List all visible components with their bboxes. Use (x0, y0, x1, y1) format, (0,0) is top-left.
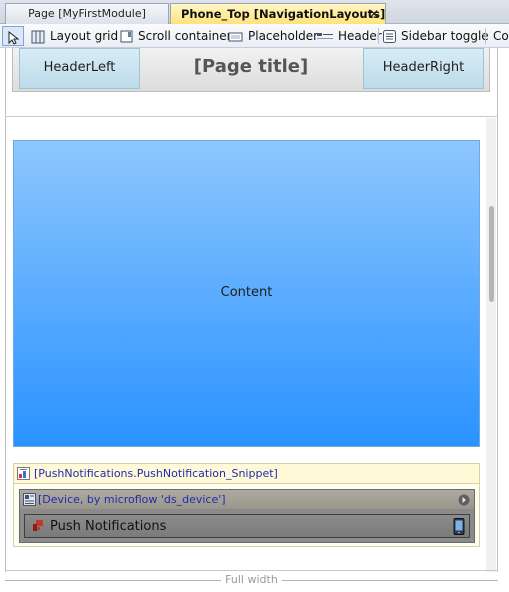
page-canvas: HeaderLeft [Page title] HeaderRight Cont… (0, 48, 509, 592)
page-header[interactable]: HeaderLeft [Page title] HeaderRight (12, 48, 490, 92)
sidebar-toggle-label: Sidebar toggle (401, 29, 489, 43)
push-notifications-label: Push Notifications (50, 519, 167, 534)
pointer-tool-button[interactable] (2, 26, 24, 46)
pointer-icon (8, 30, 20, 45)
sidebar-toggle-icon (383, 30, 396, 43)
push-notifications-button[interactable]: Push Notifications (24, 514, 470, 538)
tab-label: Page [MyFirstModule] (28, 7, 146, 20)
phone-icon (453, 518, 465, 535)
placeholder-label: Placeholder (248, 29, 319, 43)
header-left-placeholder[interactable]: HeaderLeft (19, 48, 140, 89)
header-button[interactable]: Header (317, 26, 382, 46)
content-placeholder[interactable]: Content (13, 140, 480, 447)
ruler-label: Full width (5, 573, 498, 586)
layout-grid-icon (31, 30, 45, 43)
toolbar-overflow-item[interactable]: Co (493, 26, 509, 46)
scroll-container-button[interactable]: Scroll container (120, 26, 232, 46)
toolbar-divider (485, 28, 486, 44)
placeholder-icon (228, 32, 243, 41)
widget-toolbar: Layout grid Scroll container Placeholder… (0, 24, 509, 48)
arrow-right-circle-icon[interactable] (458, 494, 470, 506)
ruler-label-text: Full width (221, 573, 282, 586)
layout-grid-button[interactable]: Layout grid (31, 26, 118, 46)
scroll-container-icon (120, 30, 133, 43)
toolbar-divider (378, 28, 379, 44)
content-label: Content (220, 285, 273, 300)
close-icon[interactable]: ✕ (369, 4, 379, 24)
dataview-header: [Device, by microflow 'ds_device'] (20, 490, 474, 509)
layout-grid-label: Layout grid (50, 29, 119, 43)
page-title[interactable]: [Page title] (143, 48, 359, 88)
header-divider (5, 116, 498, 117)
tab-phone-top[interactable]: Phone_Top [NavigationLayouts] ✕ (170, 3, 386, 24)
header-label: Header (338, 29, 382, 43)
device-dataview[interactable]: [Device, by microflow 'ds_device'] Push … (19, 489, 475, 543)
scroll-container-label: Scroll container (138, 29, 232, 43)
snippet-call[interactable]: [PushNotifications.PushNotification_Snip… (13, 463, 480, 547)
dataview-title: [Device, by microflow 'ds_device'] (38, 493, 226, 506)
full-width-ruler: Full width (5, 572, 498, 588)
scrollbar-thumb[interactable] (489, 206, 494, 302)
vertical-scrollbar[interactable] (486, 118, 496, 572)
header-icon (317, 32, 333, 39)
placeholder-button[interactable]: Placeholder (228, 26, 318, 46)
header-right-placeholder[interactable]: HeaderRight (363, 48, 484, 89)
snippet-icon (17, 467, 30, 480)
tab-label: Phone_Top [NavigationLayouts] (181, 7, 386, 21)
snippet-header: [PushNotifications.PushNotification_Snip… (14, 464, 479, 484)
document-tab-bar: Page [MyFirstModule] Phone_Top [Navigati… (0, 0, 509, 24)
dataview-icon (23, 493, 36, 506)
toolbar-overflow-label: Co (493, 29, 509, 43)
push-notification-icon (33, 520, 43, 531)
sidebar-toggle-button[interactable]: Sidebar toggle (383, 26, 489, 46)
snippet-title: [PushNotifications.PushNotification_Snip… (34, 467, 278, 480)
canvas-bottom-line (5, 570, 498, 571)
tab-page-myfirstmodule[interactable]: Page [MyFirstModule] (5, 3, 169, 24)
